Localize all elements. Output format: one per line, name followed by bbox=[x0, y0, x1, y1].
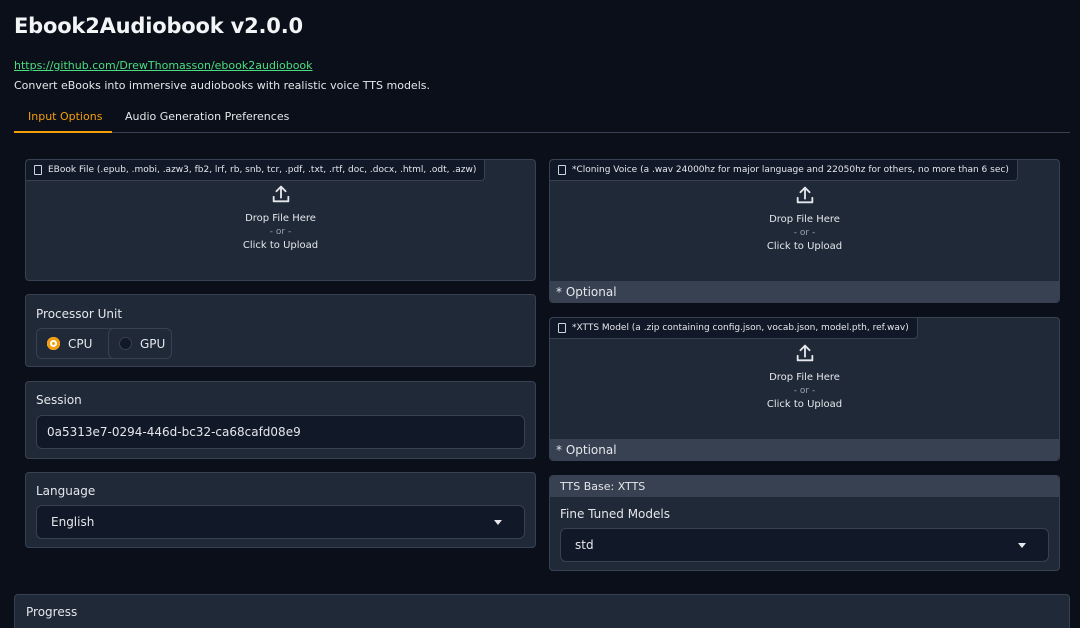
ebook-file-label-text: EBook File (.epub, .mobi, .azw3, fb2, lr… bbox=[48, 165, 477, 175]
drop-file-text: Drop File Here bbox=[769, 214, 840, 225]
session-panel: Session 0a5313e7-0294-446d-bc32-ca68cafd… bbox=[25, 381, 536, 459]
ebook-file-label: EBook File (.epub, .mobi, .azw3, fb2, lr… bbox=[26, 160, 486, 181]
radio-selected-icon bbox=[47, 337, 60, 350]
progress-panel: Progress bbox=[14, 594, 1070, 628]
language-panel: Language English bbox=[25, 472, 536, 548]
drop-file-text: Drop File Here bbox=[769, 372, 840, 383]
cloning-voice-upload: *Cloning Voice (a .wav 24000hz for major… bbox=[549, 159, 1060, 303]
cloning-voice-label-text: *Cloning Voice (a .wav 24000hz for major… bbox=[572, 165, 1009, 175]
file-icon bbox=[558, 165, 566, 175]
chevron-down-icon bbox=[1018, 543, 1026, 548]
optional-note: * Optional bbox=[550, 439, 1059, 460]
tab-audio-generation-preferences[interactable]: Audio Generation Preferences bbox=[125, 110, 289, 133]
session-label: Session bbox=[36, 393, 82, 407]
language-label: Language bbox=[36, 484, 96, 498]
upload-icon bbox=[270, 183, 292, 205]
progress-label: Progress bbox=[26, 605, 78, 619]
page-description: Convert eBooks into immersive audiobooks… bbox=[14, 79, 430, 92]
cloning-voice-dropzone[interactable]: Drop File Here - or - Click to Upload bbox=[550, 184, 1059, 252]
xtts-model-label: *XTTS Model (a .zip containing config.js… bbox=[550, 318, 918, 339]
or-text: - or - bbox=[269, 227, 292, 237]
click-to-upload-text: Click to Upload bbox=[242, 240, 319, 251]
or-text: - or - bbox=[793, 228, 816, 238]
fine-tuned-selected-value: std bbox=[575, 538, 594, 552]
radio-gpu-label: GPU bbox=[140, 336, 166, 351]
cloning-voice-label: *Cloning Voice (a .wav 24000hz for major… bbox=[550, 160, 1018, 181]
upload-icon bbox=[794, 342, 816, 364]
ebook-file-upload: EBook File (.epub, .mobi, .azw3, fb2, lr… bbox=[25, 159, 536, 281]
processor-unit-panel: Processor Unit CPU GPU bbox=[25, 294, 536, 367]
language-selected-value: English bbox=[51, 515, 95, 529]
xtts-model-dropzone[interactable]: Drop File Here - or - Click to Upload bbox=[550, 342, 1059, 410]
fine-tuned-models-label: Fine Tuned Models bbox=[560, 507, 670, 521]
tts-base-header: TTS Base: XTTS bbox=[550, 476, 1059, 497]
click-to-upload-text: Click to Upload bbox=[766, 241, 843, 252]
file-icon bbox=[558, 323, 566, 333]
chevron-down-icon bbox=[494, 520, 502, 525]
tts-model-panel: TTS Base: XTTS Fine Tuned Models std bbox=[549, 475, 1060, 571]
optional-note: * Optional bbox=[550, 281, 1059, 302]
language-dropdown[interactable]: English bbox=[36, 505, 525, 539]
click-to-upload-text: Click to Upload bbox=[766, 399, 843, 410]
tab-bar: Input Options Audio Generation Preferenc… bbox=[14, 110, 1070, 133]
processor-unit-label: Processor Unit bbox=[36, 307, 123, 321]
ebook-dropzone[interactable]: Drop File Here - or - Click to Upload bbox=[26, 183, 535, 251]
xtts-model-label-text: *XTTS Model (a .zip containing config.js… bbox=[572, 323, 909, 333]
upload-icon bbox=[794, 184, 816, 206]
fine-tuned-models-dropdown[interactable]: std bbox=[560, 528, 1049, 562]
tab-input-options[interactable]: Input Options bbox=[14, 110, 112, 133]
github-link[interactable]: https://github.com/DrewThomasson/ebook2a… bbox=[14, 59, 313, 72]
radio-cpu-label: CPU bbox=[68, 336, 93, 351]
radio-gpu[interactable]: GPU bbox=[108, 328, 172, 359]
app-root: Ebook2Audiobook v2.0.0 https://github.co… bbox=[0, 0, 1080, 628]
page-title: Ebook2Audiobook v2.0.0 bbox=[14, 14, 303, 38]
file-icon bbox=[34, 165, 42, 175]
xtts-model-upload: *XTTS Model (a .zip containing config.js… bbox=[549, 317, 1060, 461]
drop-file-text: Drop File Here bbox=[245, 213, 316, 224]
session-input[interactable]: 0a5313e7-0294-446d-bc32-ca68cafd08e9 bbox=[36, 415, 525, 449]
radio-unselected-icon bbox=[119, 337, 132, 350]
or-text: - or - bbox=[793, 386, 816, 396]
